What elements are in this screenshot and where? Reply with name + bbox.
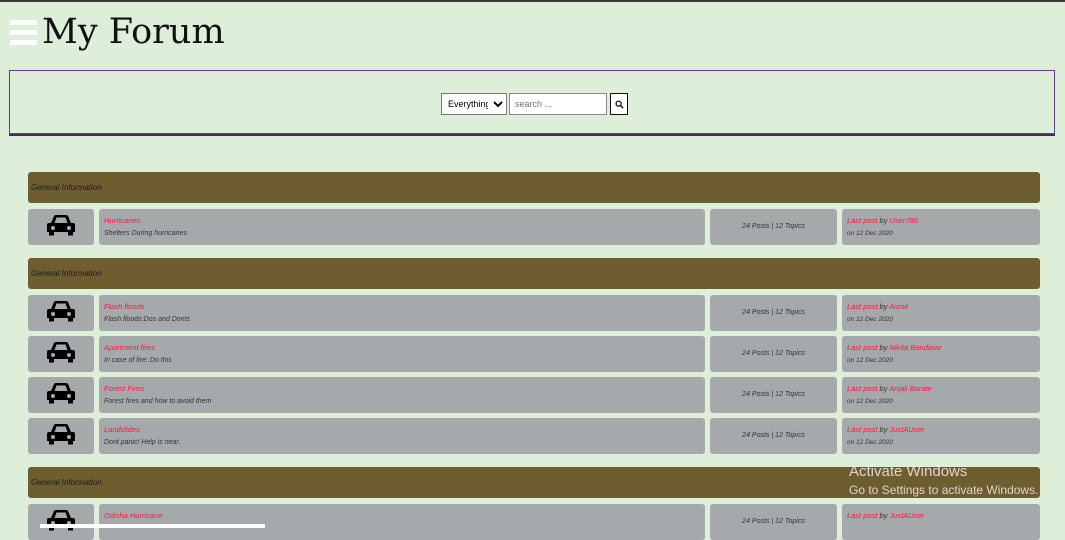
forum-row: Flash floods Flash floods:Dos and Donts 24… bbox=[28, 295, 1040, 331]
forum-icon-cell bbox=[28, 377, 94, 413]
search-scope-select[interactable]: Everything bbox=[441, 93, 507, 115]
search-icon bbox=[614, 99, 624, 109]
last-post-date: on 12 Dec 2020 bbox=[847, 316, 893, 323]
forum-row: Landslides Dont panic! Help is near. 24 Po… bbox=[28, 418, 1040, 454]
car-icon bbox=[46, 214, 76, 240]
last-post-link[interactable]: Last post bbox=[847, 384, 877, 393]
watermark-subtitle: Go to Settings to activate Windows. bbox=[849, 483, 1039, 497]
forum-icon-cell bbox=[28, 336, 94, 372]
last-post-cell: Last post by User786 on 12 Dec 2020 bbox=[842, 209, 1040, 245]
last-post-user-link[interactable]: Anjali Borate bbox=[889, 384, 932, 393]
forum-stats: 24 Posts | 12 Topics bbox=[710, 504, 837, 540]
last-post-user-link[interactable]: User786 bbox=[890, 216, 918, 225]
last-post-line: Last post by Anjali Borate bbox=[847, 384, 1035, 393]
forum-row: Odisha Hurricane 24 Posts | 12 Topics Last… bbox=[28, 504, 1040, 540]
last-post-user-link[interactable]: Asmit bbox=[889, 302, 908, 311]
forum-topic-cell: Landslides Dont panic! Help is near. bbox=[99, 418, 705, 454]
by-label: by bbox=[879, 425, 888, 434]
last-post-link[interactable]: Last post bbox=[847, 511, 877, 520]
last-post-line: Last post by Asmit bbox=[847, 302, 1035, 311]
forum-topic-cell: Forest Fires Forest fires and how to avoi… bbox=[99, 377, 705, 413]
car-icon bbox=[46, 423, 76, 449]
forum-title-link[interactable]: Odisha Hurricane bbox=[104, 511, 700, 520]
forum-icon-cell bbox=[28, 209, 94, 245]
by-label: by bbox=[879, 384, 888, 393]
forum-row: Forest Fires Forest fires and how to avoi… bbox=[28, 377, 1040, 413]
last-post-link[interactable]: Last post bbox=[847, 302, 877, 311]
forum-stats: 24 Posts | 12 Topics bbox=[710, 336, 837, 372]
forum-stats: 24 Posts | 12 Topics bbox=[710, 295, 837, 331]
forum-title-link[interactable]: Flash floods bbox=[104, 302, 700, 311]
search-button[interactable] bbox=[610, 93, 628, 115]
last-post-cell: Last post by Asmit on 12 Dec 2020 bbox=[842, 295, 1040, 331]
last-post-user-link[interactable]: Nikita Bandiwar bbox=[890, 343, 942, 352]
forum-row: Apartment fires In case of fire: Do this 2… bbox=[28, 336, 1040, 372]
forum-title-link[interactable]: Hurricanes bbox=[104, 216, 700, 225]
site-title: My Forum bbox=[42, 12, 225, 52]
last-post-link[interactable]: Last post bbox=[847, 425, 877, 434]
horizontal-scrollbar[interactable] bbox=[40, 524, 265, 528]
forum-description: In case of fire: Do this bbox=[104, 357, 172, 364]
last-post-date: on 12 Dec 2020 bbox=[847, 230, 893, 237]
last-post-line: Last post by JustAUser bbox=[847, 425, 1035, 434]
last-post-line: Last post by JustAUser bbox=[847, 511, 1035, 520]
last-post-user-link[interactable]: JustAUser bbox=[890, 425, 925, 434]
last-post-cell: Last post by Nikita Bandiwar on 12 Dec 20… bbox=[842, 336, 1040, 372]
forum-stats: 24 Posts | 12 Topics bbox=[710, 418, 837, 454]
forum-topic-cell: Apartment fires In case of fire: Do this bbox=[99, 336, 705, 372]
last-post-line: Last post by Nikita Bandiwar bbox=[847, 343, 1035, 352]
last-post-line: Last post by User786 bbox=[847, 216, 1035, 225]
by-label: by bbox=[879, 511, 888, 520]
forum-topic-cell: Hurricanes Shelters During hurricanes bbox=[99, 209, 705, 245]
forum-title-link[interactable]: Forest Fires bbox=[104, 384, 700, 393]
forum-icon-cell bbox=[28, 295, 94, 331]
car-icon bbox=[46, 509, 76, 535]
last-post-link[interactable]: Last post bbox=[847, 343, 877, 352]
forum-topic-cell: Flash floods Flash floods:Dos and Donts bbox=[99, 295, 705, 331]
forum-stats: 24 Posts | 12 Topics bbox=[710, 377, 837, 413]
last-post-cell: Last post by Anjali Borate on 12 Dec 2020 bbox=[842, 377, 1040, 413]
last-post-user-link[interactable]: JustAUser bbox=[890, 511, 925, 520]
car-icon bbox=[46, 341, 76, 367]
forum-icon-cell bbox=[28, 418, 94, 454]
hamburger-menu-icon[interactable] bbox=[10, 20, 37, 46]
last-post-date: on 12 Dec 2020 bbox=[847, 439, 893, 446]
search-input[interactable] bbox=[509, 93, 607, 115]
forum-description: Shelters During hurricanes bbox=[104, 230, 187, 237]
forum-description: Dont panic! Help is near. bbox=[104, 439, 181, 446]
forum-description: Flash floods:Dos and Donts bbox=[104, 316, 190, 323]
forum-title-link[interactable]: Apartment fires bbox=[104, 343, 700, 352]
section-header: General Information bbox=[28, 172, 1040, 203]
last-post-cell: Last post by JustAUser bbox=[842, 504, 1040, 540]
forum-title-link[interactable]: Landslides bbox=[104, 425, 700, 434]
by-label: by bbox=[879, 302, 888, 311]
forum-row: Hurricanes Shelters During hurricanes 24 P… bbox=[28, 209, 1040, 245]
forum-stats: 24 Posts | 12 Topics bbox=[710, 209, 837, 245]
search-panel: Everything bbox=[9, 70, 1055, 134]
by-label: by bbox=[879, 343, 888, 352]
windows-activation-watermark: Activate Windows Go to Settings to activ… bbox=[849, 463, 1038, 497]
by-label: by bbox=[879, 216, 888, 225]
forum-description: Forest fires and how to avoid them bbox=[104, 398, 212, 405]
last-post-date: on 12 Dec 2020 bbox=[847, 357, 893, 364]
car-icon bbox=[46, 382, 76, 408]
last-post-date: on 12 Dec 2020 bbox=[847, 398, 893, 405]
section-header: General Information bbox=[28, 258, 1040, 289]
last-post-link[interactable]: Last post bbox=[847, 216, 877, 225]
forum-icon-cell bbox=[28, 504, 94, 540]
car-icon bbox=[46, 300, 76, 326]
watermark-title: Activate Windows bbox=[849, 463, 968, 480]
last-post-cell: Last post by JustAUser on 12 Dec 2020 bbox=[842, 418, 1040, 454]
forum-topic-cell: Odisha Hurricane bbox=[99, 504, 705, 540]
